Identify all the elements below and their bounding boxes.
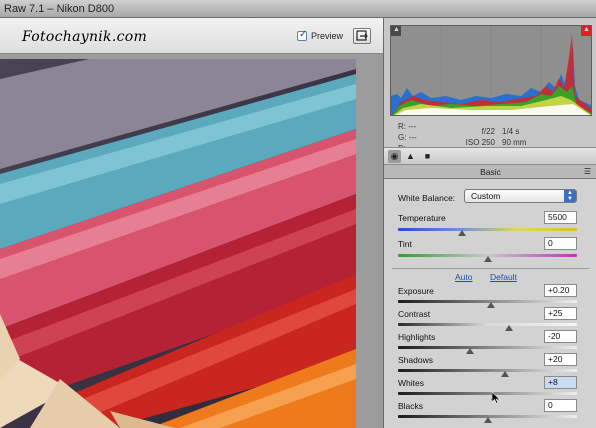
panel-tabs: ◉ ▲ ■ [384,147,596,165]
image-preview[interactable] [0,59,356,428]
g-label: G: [398,133,407,142]
white-balance-value: Custom [471,191,501,201]
panel-section-header: Basic ☰ [384,165,596,179]
blacks-thumb[interactable] [483,417,492,423]
checkmark-icon: ✓ [299,29,308,40]
basic-panel: White Balance: Custom ▲ ▼ Temperature 550… [384,179,596,428]
highlights-value[interactable]: -20 [544,330,577,343]
contrast-thumb[interactable] [504,325,513,331]
r-label: R: [398,122,406,131]
blacks-label: Blacks [398,401,424,411]
preview-toolbar: Fotochaynik.com ✓ Preview [0,18,383,54]
whites-value[interactable]: +8 [544,376,577,389]
r-value: --- [408,122,417,131]
fullscreen-toggle-button[interactable] [353,28,371,44]
shutter-speed: 1/4 s [502,127,520,136]
contrast-track[interactable] [398,323,577,326]
highlights-track[interactable] [398,346,577,349]
auto-link[interactable]: Auto [455,272,473,282]
blacks-value[interactable]: 0 [544,399,577,412]
adjustments-panel: ▲ ▲ R: --- G: --- B: --- f/221/4 s ISO 2… [383,18,596,428]
temperature-value[interactable]: 5500 [544,211,577,224]
fullscreen-icon [356,30,368,41]
temperature-track[interactable] [398,228,577,231]
contrast-label: Contrast [398,309,431,319]
tint-value[interactable]: 0 [544,237,577,250]
pixel-info: R: --- G: --- B: --- f/221/4 s ISO 25090… [390,118,592,153]
triangle-up-icon: ▲ [393,26,400,33]
preview-pane: Fotochaynik.com ✓ Preview [0,18,383,428]
triangle-up-icon: ▲ [583,26,590,33]
detail-tab-icon[interactable]: ■ [421,150,434,163]
temperature-thumb[interactable] [458,230,467,236]
exif-readout: f/22 1/4 s ISO 250 90 mm [455,121,527,148]
g-value: --- [408,133,417,142]
highlights-label: Highlights [398,332,436,342]
histogram: ▲ ▲ [390,25,592,116]
white-balance-label: White Balance: [398,193,456,203]
panel-menu-icon[interactable]: ☰ [584,165,591,179]
preview-label: Preview [311,31,344,41]
panel-title: Basic [480,167,501,177]
histogram-graph [391,26,591,115]
highlight-clipping-warning[interactable]: ▲ [581,26,591,36]
white-balance-select[interactable]: Custom ▲ ▼ [464,189,577,203]
tint-label: Tint [398,239,412,249]
basic-tab-icon[interactable]: ◉ [388,150,401,163]
whites-track[interactable] [398,392,577,395]
select-arrows-icon: ▲ ▼ [564,190,576,202]
temperature-label: Temperature [398,213,446,223]
watermark-text: Fotochaynik.com [22,29,148,45]
mouse-cursor-icon [492,392,500,404]
colored-pencils-photo [0,59,356,428]
tone-curve-tab-icon[interactable]: ▲ [404,150,417,163]
tint-thumb[interactable] [483,256,492,262]
contrast-value[interactable]: +25 [544,307,577,320]
whites-label: Whites [398,378,424,388]
exposure-label: Exposure [398,286,434,296]
aperture: f/22 [481,127,495,136]
shadow-clipping-warning[interactable]: ▲ [391,26,401,36]
preview-checkbox[interactable]: ✓ [297,29,308,41]
highlights-thumb[interactable] [465,348,474,354]
shadows-thumb[interactable] [501,371,510,377]
default-link[interactable]: Default [490,272,517,282]
window-title-bar: Raw 7.1 – Nikon D800 [0,0,596,18]
shadows-value[interactable]: +20 [544,353,577,366]
shadows-track[interactable] [398,369,577,372]
window-title: Raw 7.1 – Nikon D800 [4,3,115,15]
exposure-value[interactable]: +0.20 [544,284,577,297]
shadows-label: Shadows [398,355,433,365]
exposure-thumb[interactable] [487,302,496,308]
section-divider [392,268,589,269]
